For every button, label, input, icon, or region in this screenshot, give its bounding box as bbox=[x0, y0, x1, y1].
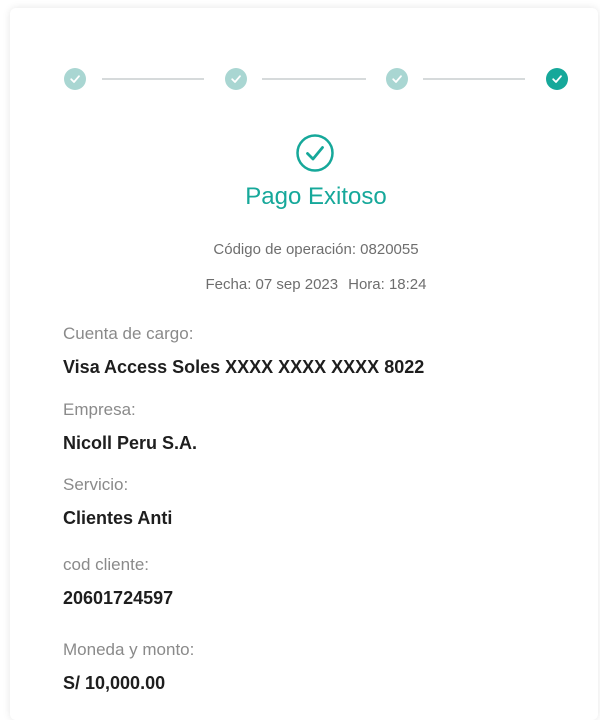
currency-amount-label: Moneda y monto: bbox=[63, 640, 195, 659]
operation-datetime: Fecha: 07 sep 2023 Hora: 18:24 bbox=[10, 276, 600, 293]
client-code-value: 20601724597 bbox=[63, 588, 174, 608]
operation-time: Hora: 18:24 bbox=[348, 276, 427, 293]
step-2-check-icon bbox=[225, 68, 247, 90]
service-label: Servicio: bbox=[63, 475, 129, 494]
operation-date: Fecha: 07 sep 2023 bbox=[205, 276, 339, 293]
progress-stepper bbox=[64, 68, 569, 90]
currency-amount-value: S/ 10,000.00 bbox=[63, 673, 166, 693]
company-value: Nicoll Peru S.A. bbox=[63, 433, 198, 453]
step-connector bbox=[262, 78, 366, 80]
step-connector bbox=[423, 78, 525, 80]
payment-status-title: Pago Exitoso bbox=[245, 183, 387, 210]
client-code-label: cod cliente: bbox=[63, 555, 149, 574]
charge-account-label: Cuenta de cargo: bbox=[63, 324, 194, 343]
step-3-check-icon bbox=[386, 68, 408, 90]
service-value: Clientes Anti bbox=[63, 508, 173, 528]
step-4-check-icon bbox=[546, 68, 568, 90]
step-connector bbox=[102, 78, 204, 80]
charge-account-value: Visa Access Soles XXXX XXXX XXXX 8022 bbox=[63, 357, 425, 377]
operation-code: Código de operación: 0820055 bbox=[213, 241, 419, 258]
company-label: Empresa: bbox=[63, 400, 136, 419]
check-circle-icon bbox=[295, 133, 335, 173]
step-1-check-icon bbox=[64, 68, 86, 90]
payment-receipt-card: Pago Exitoso Código de operación: 082005… bbox=[10, 8, 598, 720]
